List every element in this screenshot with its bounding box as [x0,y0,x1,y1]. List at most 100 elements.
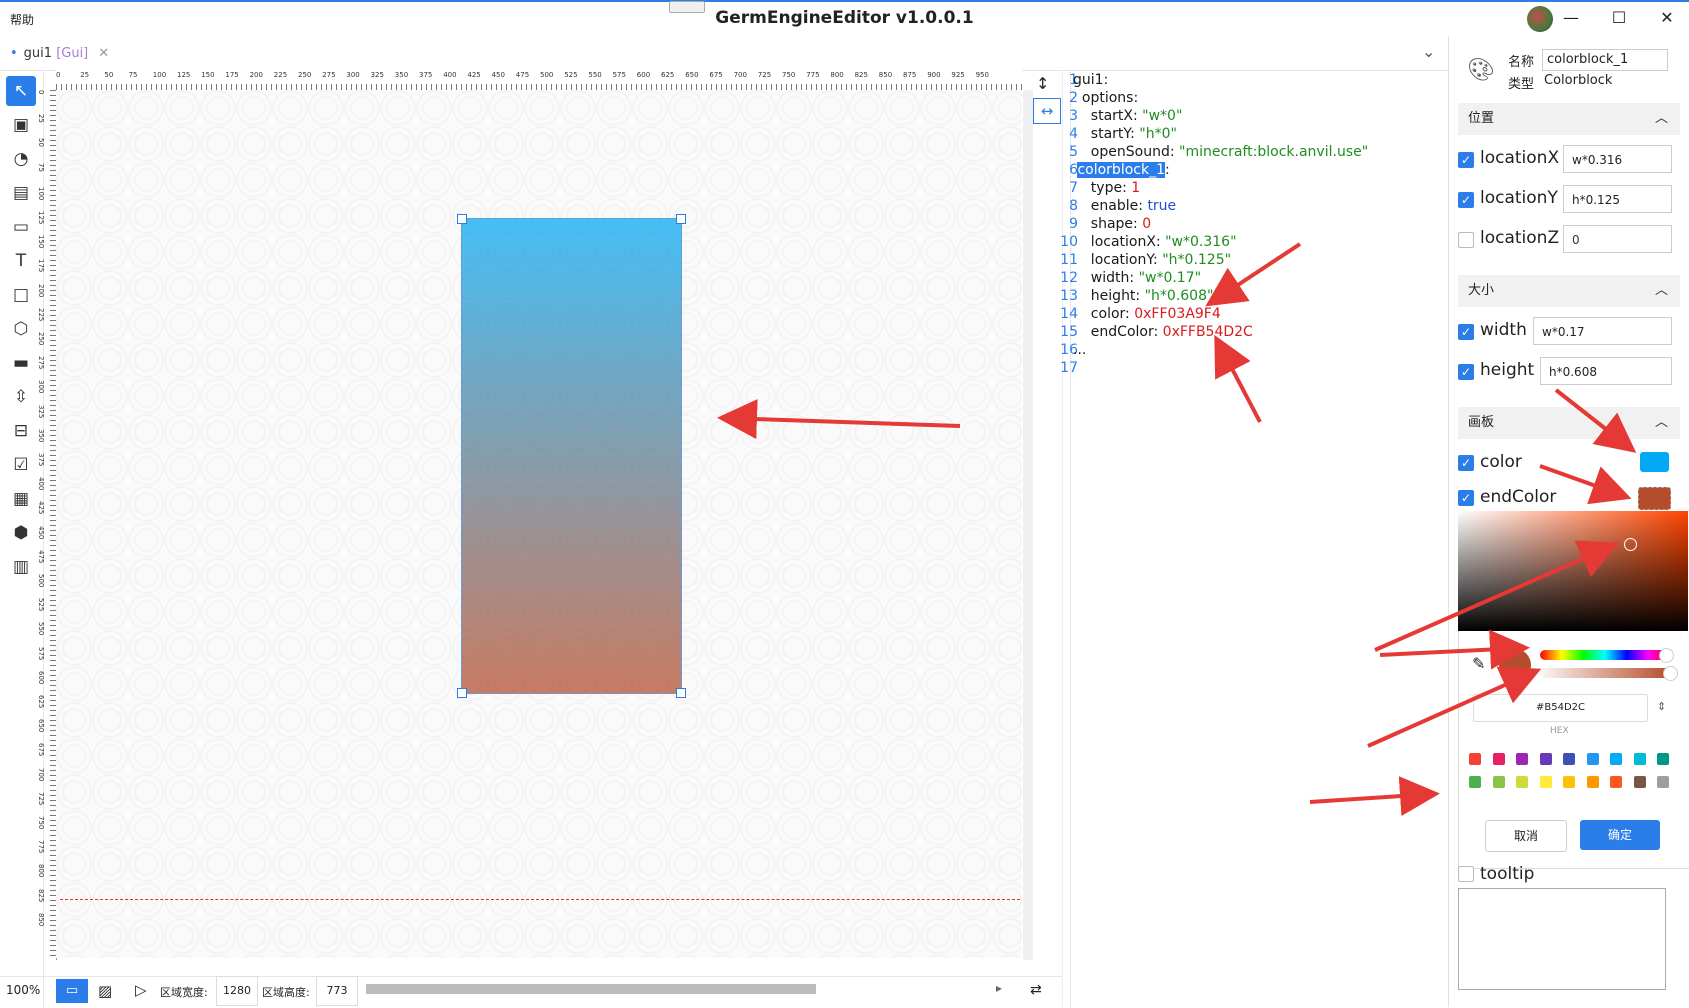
horizontal-fit-icon[interactable]: ↔ [1033,98,1061,124]
preset-swatch[interactable] [1633,776,1646,788]
drag-grip[interactable] [669,1,705,13]
tooltip-checkbox[interactable] [1458,866,1474,882]
preset-swatch[interactable] [1586,753,1599,765]
chevron-down-icon[interactable]: ⌄ [1422,42,1435,61]
slot-icon[interactable]: ⊟ [6,416,36,446]
section-canvas[interactable]: 画板 ︿ [1458,407,1680,439]
ruler-label: 875 [903,71,917,79]
locationZ-label: locationZ [1480,228,1560,248]
preset-swatch[interactable] [1539,776,1552,788]
ruler-toggle-icon[interactable]: ▭ [56,979,88,1003]
maximize-button[interactable]: ☐ [1608,8,1630,27]
color-swatch[interactable] [1640,452,1669,472]
entity-icon[interactable]: ⬢ [6,518,36,548]
name-input[interactable]: colorblock_1 [1542,49,1668,71]
height-input[interactable]: h*0.608 [1540,357,1672,385]
canvas-icon[interactable]: ▥ [6,552,36,582]
colorblock-preview[interactable] [457,214,686,698]
ruler-label: 625 [661,71,675,79]
preset-swatch[interactable] [1516,753,1528,765]
close-button[interactable]: ✕ [1656,8,1678,27]
preset-swatch[interactable] [1657,776,1669,788]
scroll-icon[interactable]: ⇳ [6,382,36,412]
image-icon[interactable]: ▣ [6,110,36,140]
tooltip-textarea[interactable] [1458,888,1666,990]
resize-handle[interactable] [676,688,686,698]
preset-swatch[interactable] [1539,753,1552,765]
locationX-checkbox[interactable]: ✓ [1458,152,1474,168]
preset-swatch[interactable] [1516,776,1528,788]
avatar[interactable] [1527,6,1553,32]
section-size[interactable]: 大小 ︿ [1458,275,1680,307]
layout-icon[interactable]: ▦ [6,484,36,514]
width-input[interactable]: w*0.17 [1533,317,1672,345]
sv-cursor[interactable] [1624,538,1637,551]
area-height-input[interactable]: 773 [316,976,358,1006]
cube-icon[interactable]: ⬡ [6,314,36,344]
locationZ-checkbox[interactable] [1458,232,1474,248]
ruler-label: 200 [249,71,263,79]
locationX-input[interactable]: w*0.316 [1563,145,1672,173]
height-checkbox[interactable]: ✓ [1458,364,1474,380]
hex-input[interactable]: #B54D2C [1473,694,1648,722]
preset-swatch[interactable] [1633,753,1646,765]
alpha-slider-knob[interactable] [1662,666,1678,681]
preset-swatch[interactable] [1586,776,1599,788]
section-position[interactable]: 位置 ︿ [1458,103,1680,135]
endColor-swatch[interactable] [1638,487,1671,510]
vertical-fit-icon[interactable]: ↕ [1036,74,1049,93]
text-icon[interactable]: T [6,246,36,276]
code-line-3: startX: "w*0" [1073,108,1183,124]
scroll-right-icon[interactable]: ▸ [996,981,1002,995]
palette-icon: 🎨︎ [1467,58,1495,83]
preset-swatch[interactable] [1657,753,1669,765]
code-line-9: shape: 0 [1073,216,1152,232]
saturation-value-area[interactable] [1458,511,1688,631]
color-checkbox[interactable]: ✓ [1458,455,1474,471]
vertical-scrollbar[interactable] [1023,90,1033,960]
resize-handle[interactable] [457,214,467,224]
ok-button[interactable]: 确定 [1580,820,1660,850]
background-image-icon[interactable]: ▨ [98,982,112,1000]
endColor-label: endColor [1480,487,1557,507]
code-line-14: color: 0xFF03A9F4 [1073,306,1221,322]
select-icon[interactable]: ↖ [6,76,36,106]
swap-icon[interactable]: ⇄ [1030,982,1042,998]
format-toggle-icon[interactable]: ⇕ [1657,700,1666,713]
resize-handle[interactable] [457,688,467,698]
locationY-input[interactable]: h*0.125 [1563,185,1672,213]
ruler-label: 400 [443,71,457,79]
input-icon[interactable]: ▬ [6,348,36,378]
width-checkbox[interactable]: ✓ [1458,324,1474,340]
preset-swatch[interactable] [1492,776,1505,788]
preset-swatch[interactable] [1610,776,1622,788]
preset-swatch[interactable] [1469,776,1481,788]
locationY-checkbox[interactable]: ✓ [1458,192,1474,208]
preset-swatch[interactable] [1610,753,1622,765]
gif-icon[interactable]: ▤ [6,178,36,208]
preset-swatch[interactable] [1492,753,1505,765]
preset-swatch[interactable] [1563,776,1575,788]
tab-close-icon[interactable]: ✕ [98,46,109,61]
rect-icon[interactable]: □ [6,280,36,310]
resize-handle[interactable] [676,214,686,224]
checkbox-icon[interactable]: ☑ [6,450,36,480]
eyedropper-icon[interactable]: ✎ [1472,654,1485,673]
alpha-slider[interactable] [1540,668,1670,678]
play-icon[interactable]: ▷ [135,981,147,999]
hue-slider-knob[interactable] [1658,648,1674,663]
palette-icon[interactable]: ◔ [6,144,36,174]
horizontal-scrollbar[interactable] [366,984,816,994]
preset-swatch[interactable] [1563,753,1575,765]
locationZ-input[interactable]: 0 [1563,225,1672,253]
tab-gui1[interactable]: • gui1 [Gui] ✕ [10,46,109,61]
cancel-button[interactable]: 取消 [1485,820,1567,852]
area-width-input[interactable]: 1280 [216,976,258,1006]
zoom-level[interactable]: 100% [6,983,40,997]
hue-slider[interactable] [1540,650,1670,660]
preset-swatch[interactable] [1469,753,1481,765]
endColor-checkbox[interactable]: ✓ [1458,490,1474,506]
ruler-label: 550 [37,622,45,636]
button-icon[interactable]: ▭ [6,212,36,242]
minimize-button[interactable]: — [1560,8,1582,27]
